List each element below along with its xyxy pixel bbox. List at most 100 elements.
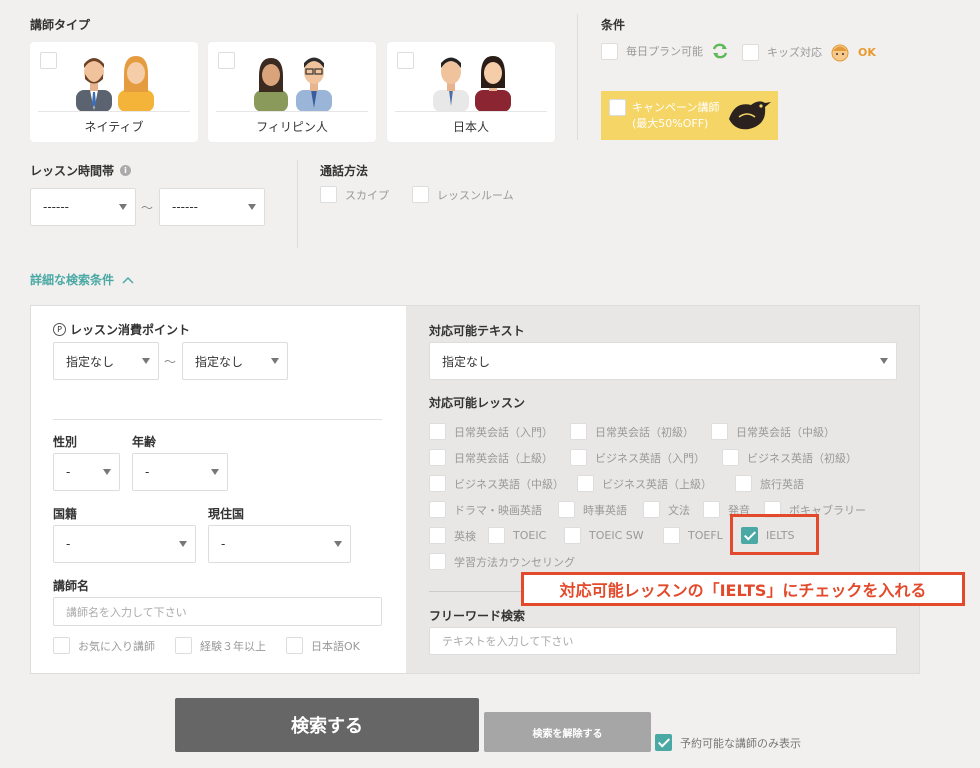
refresh-icon xyxy=(712,43,728,59)
kids-option[interactable]: キッズ対応 OK xyxy=(742,42,876,62)
lesson-checkbox[interactable] xyxy=(558,501,575,518)
chevron-down-icon xyxy=(248,204,256,210)
daily-plan-option[interactable]: 毎日プラン可能 xyxy=(601,42,729,60)
chevron-down-icon xyxy=(103,469,111,475)
lesson-option[interactable]: ビジネス英語（上級） xyxy=(577,475,712,492)
filipino-checkbox[interactable] xyxy=(218,52,235,69)
lesson-checkbox[interactable] xyxy=(429,423,446,440)
lesson-checkbox[interactable] xyxy=(429,475,446,492)
lesson-checkbox[interactable] xyxy=(570,423,587,440)
experience-option[interactable]: 経験３年以上 xyxy=(175,637,266,654)
teacher-name-input[interactable]: 講師名を入力して下さい xyxy=(53,597,382,626)
teacher-type-card-japanese[interactable]: 日本人 xyxy=(387,42,555,142)
lesson-checkbox[interactable] xyxy=(429,501,446,518)
chevron-down-icon xyxy=(179,541,187,547)
clear-search-button[interactable]: 検索を解除する xyxy=(484,712,651,752)
bird-icon xyxy=(729,101,771,130)
lesson-checkbox[interactable] xyxy=(488,527,505,544)
points-from-select[interactable]: 指定なし xyxy=(53,342,159,380)
lesson-checkbox[interactable] xyxy=(735,475,752,492)
lesson-label: ビジネス英語（入門） xyxy=(595,451,705,465)
daily-plan-checkbox[interactable] xyxy=(601,42,618,60)
free-word-input[interactable]: テキストを入力して下さい xyxy=(429,627,897,655)
teacher-type-title: 講師タイプ xyxy=(30,18,91,32)
favorites-option[interactable]: お気に入り講師 xyxy=(53,637,155,654)
lesson-time-to-value: ------ xyxy=(172,200,198,214)
lesson-room-checkbox[interactable] xyxy=(412,186,429,203)
teacher-name-title: 講師名 xyxy=(53,579,90,593)
lesson-checkbox[interactable] xyxy=(429,449,446,466)
lesson-option[interactable]: 学習方法カウンセリング xyxy=(429,553,575,570)
lesson-checkbox[interactable] xyxy=(643,501,660,518)
experience-checkbox[interactable] xyxy=(175,637,192,654)
textbook-select[interactable]: 指定なし xyxy=(429,342,897,380)
teacher-type-card-filipino[interactable]: フィリピン人 xyxy=(208,42,376,142)
lesson-room-option[interactable]: レッスンルーム xyxy=(412,186,514,203)
lesson-checkbox[interactable] xyxy=(722,449,739,466)
card-divider xyxy=(38,111,190,112)
chevron-down-icon xyxy=(880,358,888,364)
lesson-checkbox[interactable] xyxy=(570,449,587,466)
lesson-option[interactable]: 時事英語 xyxy=(558,501,627,518)
points-to-select[interactable]: 指定なし xyxy=(182,342,288,380)
info-icon[interactable]: i xyxy=(120,165,132,176)
skype-option[interactable]: スカイプ xyxy=(320,186,389,203)
lesson-option[interactable]: 旅行英語 xyxy=(735,475,804,492)
lesson-option[interactable]: TOEFL xyxy=(663,527,723,544)
native-label: ネイティブ xyxy=(84,120,144,134)
free-word-placeholder: テキストを入力して下さい xyxy=(442,635,574,648)
call-method-separator xyxy=(297,160,298,248)
lesson-option[interactable]: ビジネス英語（入門） xyxy=(570,449,705,466)
campaign-checkbox[interactable] xyxy=(609,99,626,116)
lesson-label: 文法 xyxy=(668,503,690,517)
lesson-option[interactable]: 日常英会話（初級） xyxy=(570,423,694,440)
skype-checkbox[interactable] xyxy=(320,186,337,203)
japanese-ok-checkbox[interactable] xyxy=(286,637,303,654)
kids-checkbox[interactable] xyxy=(742,43,759,61)
native-checkbox[interactable] xyxy=(40,52,57,69)
search-button[interactable]: 検索する xyxy=(175,698,479,752)
lesson-checkbox[interactable] xyxy=(703,501,720,518)
age-select[interactable]: - xyxy=(132,453,228,491)
lesson-checkbox[interactable] xyxy=(663,527,680,544)
lesson-checkbox[interactable] xyxy=(577,475,594,492)
lesson-time-to-select[interactable]: ------ xyxy=(159,188,265,226)
lesson-option[interactable]: 日常英会話（上級） xyxy=(429,449,553,466)
lesson-label: TOEIC SW xyxy=(589,529,644,542)
lesson-option[interactable]: 日常英会話（入門） xyxy=(429,423,553,440)
lesson-option[interactable]: ドラマ・映画英語 xyxy=(429,501,542,518)
lesson-checkbox[interactable] xyxy=(429,527,446,544)
nationality-select[interactable]: - xyxy=(53,525,196,563)
available-only-label: 予約可能な講師のみ表示 xyxy=(680,736,801,750)
japanese-checkbox[interactable] xyxy=(397,52,414,69)
chevron-down-icon xyxy=(119,204,127,210)
lesson-checkbox[interactable] xyxy=(429,553,446,570)
lesson-option[interactable]: 文法 xyxy=(643,501,690,518)
lesson-checkbox[interactable] xyxy=(711,423,728,440)
lesson-option[interactable]: ビジネス英語（中級） xyxy=(429,475,564,492)
lesson-option[interactable]: TOEIC SW xyxy=(564,527,644,544)
lesson-option[interactable]: 英検 xyxy=(429,527,476,544)
japanese-ok-option[interactable]: 日本語OK xyxy=(286,637,360,654)
lesson-label: 学習方法カウンセリング xyxy=(454,555,575,569)
left-divider xyxy=(53,419,382,420)
lesson-checkbox[interactable] xyxy=(564,527,581,544)
lesson-option[interactable]: TOEIC xyxy=(488,527,546,544)
gender-select[interactable]: - xyxy=(53,453,120,491)
lesson-option[interactable]: 日常英会話（中級） xyxy=(711,423,835,440)
lesson-option[interactable]: ビジネス英語（初級） xyxy=(722,449,857,466)
lesson-label: 英検 xyxy=(454,529,476,543)
residence-select[interactable]: - xyxy=(208,525,351,563)
lesson-time-from-select[interactable]: ------ xyxy=(30,188,136,226)
teacher-type-card-native[interactable]: ネイティブ xyxy=(30,42,198,142)
card-divider xyxy=(216,111,368,112)
lesson-label: ビジネス英語（上級） xyxy=(602,477,712,491)
favorites-checkbox[interactable] xyxy=(53,637,70,654)
free-word-title: フリーワード検索 xyxy=(429,609,526,623)
available-only-checkbox[interactable] xyxy=(655,734,672,751)
advanced-search-toggle[interactable]: 詳細な検索条件 xyxy=(30,271,134,288)
age-value: - xyxy=(145,465,150,479)
available-only-option[interactable]: 予約可能な講師のみ表示 xyxy=(655,734,801,751)
chevron-down-icon xyxy=(142,358,150,364)
campaign-option[interactable]: キャンペーン講師 (最大50%OFF) xyxy=(601,91,778,140)
